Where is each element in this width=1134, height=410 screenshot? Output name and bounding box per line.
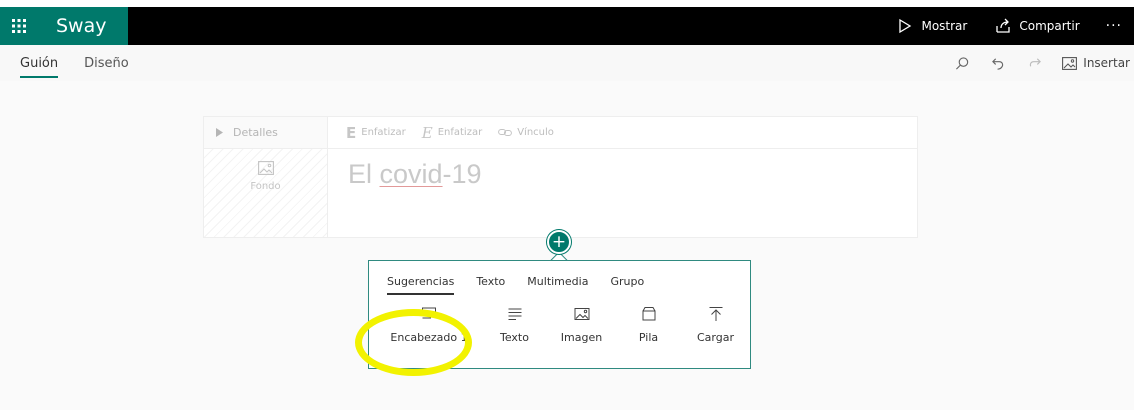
play-icon (899, 18, 912, 34)
sub-toolbar: Guión Diseño Insertar (0, 45, 1134, 81)
search-button[interactable] (954, 55, 970, 71)
upload-button[interactable]: Cargar (682, 306, 749, 344)
insert-image-button[interactable]: Imagen (548, 306, 615, 344)
stack-icon (642, 307, 655, 321)
top-bar: Sway Mostrar Compartir ··· (0, 7, 1134, 45)
tab-suggestions[interactable]: Sugerencias (387, 271, 455, 295)
image-icon (257, 161, 274, 175)
link-icon (498, 129, 513, 136)
tab-storyline[interactable]: Guión (20, 45, 59, 81)
emphasize-italic-button[interactable]: E Enfatizar (422, 124, 482, 142)
undo-button[interactable] (990, 55, 1006, 71)
more-options-button[interactable]: ··· (1094, 7, 1134, 45)
app-launcher-button[interactable] (0, 7, 38, 45)
show-button[interactable]: Mostrar (883, 7, 981, 45)
tab-text[interactable]: Texto (476, 271, 505, 291)
italic-icon: E (421, 123, 433, 142)
share-button-label: Compartir (1019, 19, 1080, 33)
title-prefix: El (348, 159, 380, 189)
background-picker[interactable]: Fondo (204, 149, 327, 237)
undo-icon (991, 57, 1003, 70)
upload-icon (709, 307, 722, 321)
format-toolbar: E Enfatizar E Enfatizar Vínculo (328, 117, 917, 149)
storyline-canvas: Detalles Fondo E Enfatizar E Enfatizar V… (0, 81, 1134, 410)
insert-heading-1-label: Encabezado 1 (390, 331, 468, 344)
emphasize-italic-label: Enfatizar (437, 127, 483, 138)
caret-right-icon (216, 128, 223, 137)
emphasize-bold-label: Enfatizar (361, 127, 406, 138)
emphasize-bold-button[interactable]: E Enfatizar (346, 124, 406, 142)
link-label: Vínculo (517, 127, 554, 138)
share-button[interactable]: Compartir (981, 7, 1093, 45)
tab-group[interactable]: Grupo (610, 271, 644, 291)
insert-content-panel: Sugerencias Texto Multimedia Grupo Encab… (368, 260, 751, 369)
image-icon (574, 308, 589, 320)
title-card[interactable]: Detalles Fondo E Enfatizar E Enfatizar V… (203, 116, 918, 238)
heading-icon (422, 307, 436, 319)
insert-button[interactable]: Insertar (1062, 56, 1130, 70)
search-icon (955, 56, 968, 70)
insert-button-label: Insertar (1083, 56, 1130, 70)
insert-text-button[interactable]: Texto (481, 306, 548, 344)
share-icon (996, 18, 1010, 33)
insert-stack-button[interactable]: Pila (615, 306, 682, 344)
image-icon (1062, 56, 1078, 70)
redo-button[interactable] (1026, 55, 1042, 71)
card-title-input[interactable]: El covid-19 (348, 159, 482, 190)
bold-icon: E (346, 123, 357, 142)
title-suffix: -19 (442, 159, 482, 189)
insert-stack-label: Pila (638, 331, 659, 344)
insert-image-label: Imagen (560, 331, 603, 344)
background-label: Fondo (250, 181, 281, 192)
waffle-icon (12, 19, 26, 33)
insert-text-label: Texto (500, 331, 529, 344)
details-toggle[interactable]: Detalles (204, 117, 327, 149)
show-button-label: Mostrar (921, 19, 968, 33)
app-title[interactable]: Sway (38, 7, 128, 45)
redo-icon (1029, 57, 1041, 67)
insert-heading-1-button[interactable]: Encabezado 1 (377, 306, 481, 344)
card-sidebar: Detalles Fondo (204, 117, 328, 237)
tab-design[interactable]: Diseño (84, 45, 129, 81)
title-misspelled-word: covid (379, 159, 443, 189)
tab-media[interactable]: Multimedia (527, 271, 588, 291)
upload-label: Cargar (697, 331, 734, 344)
link-button[interactable]: Vínculo (498, 127, 554, 138)
details-label: Detalles (233, 126, 278, 139)
card-content: E Enfatizar E Enfatizar Vínculo El covid… (328, 117, 917, 237)
add-content-button[interactable]: + (547, 230, 571, 254)
text-icon (508, 308, 521, 320)
